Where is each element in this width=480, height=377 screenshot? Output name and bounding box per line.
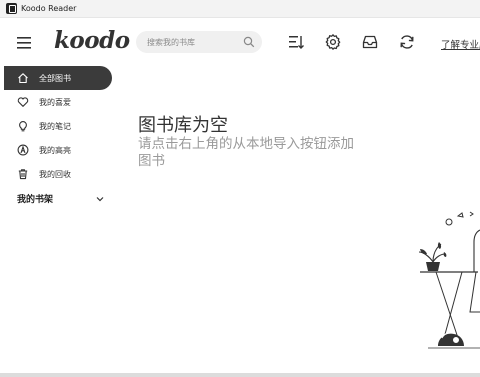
sidebar-item-all-books[interactable]: 全部图书 <box>4 66 112 90</box>
highlight-icon <box>17 144 29 156</box>
bookshelf-toggle[interactable]: 我的书架 <box>17 192 105 205</box>
search-input[interactable] <box>147 37 243 47</box>
sync-icon[interactable] <box>398 33 416 51</box>
title-bar: Koodo Reader <box>0 0 480 18</box>
search-icon[interactable] <box>243 36 255 48</box>
settings-gear-icon[interactable] <box>324 33 342 51</box>
sidebar-item-notes[interactable]: 我的笔记 <box>4 114 112 138</box>
sort-icon[interactable] <box>287 33 305 51</box>
sidebar-item-label: 全部图书 <box>39 73 71 83</box>
sidebar-item-favorites[interactable]: 我的喜爱 <box>4 90 112 114</box>
home-icon <box>18 73 28 84</box>
sidebar-item-label: 我的回收 <box>39 169 71 179</box>
app-logo: koodo <box>54 27 130 54</box>
trash-icon <box>18 169 28 180</box>
heart-icon <box>17 97 29 107</box>
pro-version-link[interactable]: 了解专业版 <box>441 37 480 51</box>
bookshelf-label: 我的书架 <box>17 195 54 205</box>
search-box[interactable] <box>136 31 262 53</box>
empty-state-illustration <box>418 211 480 349</box>
inbox-icon[interactable] <box>361 33 379 51</box>
lightbulb-icon <box>19 121 27 132</box>
menu-icon[interactable] <box>16 36 32 50</box>
chevron-down-icon <box>96 196 104 201</box>
empty-library-description: 请点击右上角的从本地导入按钮添加图书 <box>138 136 354 169</box>
sidebar-item-trash[interactable]: 我的回收 <box>4 162 112 186</box>
app-window: Koodo Reader koodo 了解专业版 <box>0 0 480 377</box>
sidebar-item-label: 我的喜爱 <box>39 97 71 107</box>
window-title: Koodo Reader <box>21 4 77 13</box>
sidebar-item-label: 我的笔记 <box>39 121 71 131</box>
empty-library-title: 图书库为空 <box>138 115 228 136</box>
app-icon <box>6 3 17 14</box>
sidebar: 全部图书 我的喜爱 我的笔记 我的高亮 我的回收 <box>4 66 112 186</box>
sidebar-item-label: 我的高亮 <box>39 145 71 155</box>
sidebar-item-highlights[interactable]: 我的高亮 <box>4 138 112 162</box>
